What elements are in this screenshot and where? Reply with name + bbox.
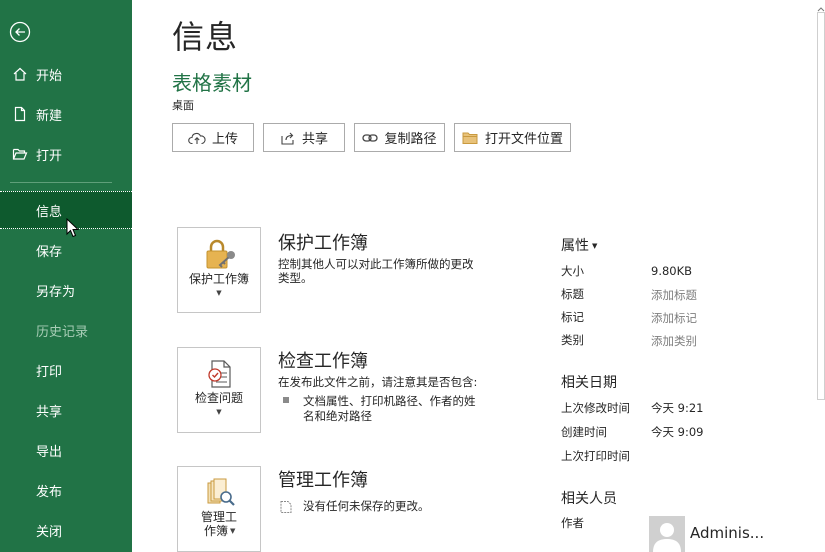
share-button[interactable]: 共享 bbox=[263, 123, 345, 152]
inspect-bullet-line2: 名和绝对路径 bbox=[303, 409, 372, 423]
inspect-button-label: 检查问题 bbox=[194, 391, 243, 405]
sidebar-item-share[interactable]: 共享 bbox=[0, 391, 132, 429]
inspect-document-icon bbox=[204, 358, 236, 394]
sidebar-item-label: 信息 bbox=[36, 204, 63, 220]
sidebar-item-label: 关闭 bbox=[36, 524, 63, 540]
document-location: 桌面 bbox=[172, 99, 194, 112]
prop-label-size: 大小 bbox=[561, 264, 584, 278]
author-name[interactable]: Adminis... bbox=[690, 524, 764, 542]
related-dates-heading: 相关日期 bbox=[561, 375, 617, 391]
open-folder-icon bbox=[11, 145, 29, 163]
copy-path-button[interactable]: 复制路径 bbox=[354, 123, 445, 152]
page-title: 信息 bbox=[172, 18, 239, 56]
share-icon bbox=[281, 132, 294, 145]
manage-button-label-line2: 作簿 bbox=[203, 524, 228, 538]
sidebar-item-label: 保存 bbox=[36, 244, 63, 260]
open-file-location-label: 打开文件位置 bbox=[484, 132, 563, 147]
sidebar-item-history[interactable]: 历史记录 bbox=[0, 311, 132, 349]
protect-workbook-desc-line2: 类型。 bbox=[278, 271, 313, 285]
prop-value-title[interactable]: 添加标题 bbox=[651, 287, 697, 303]
vertical-scrollbar-thumb[interactable] bbox=[817, 12, 825, 400]
manage-workbook-title: 管理工作簿 bbox=[278, 470, 368, 491]
chevron-down-icon: ▼ bbox=[592, 242, 598, 250]
prop-value-category[interactable]: 添加类别 bbox=[651, 333, 697, 349]
dropdown-caret-icon: ▼ bbox=[216, 408, 222, 416]
manage-workbook-button[interactable]: 管理工 作簿 ▼ bbox=[177, 466, 261, 552]
prop-value-tags[interactable]: 添加标记 bbox=[651, 310, 697, 326]
protect-workbook-title: 保护工作簿 bbox=[278, 233, 368, 254]
author-label: 作者 bbox=[561, 516, 584, 530]
protect-workbook-button[interactable]: 保护工作簿 ▼ bbox=[177, 227, 261, 313]
folder-icon bbox=[462, 132, 478, 144]
inspect-bullet-line1: 文档属性、打印机路径、作者的姓 bbox=[303, 394, 476, 408]
link-icon bbox=[362, 133, 379, 142]
upload-label: 上传 bbox=[211, 132, 238, 147]
sidebar-item-publish[interactable]: 发布 bbox=[0, 471, 132, 509]
sidebar-item-label: 新建 bbox=[36, 108, 63, 124]
document-status-icon bbox=[279, 499, 293, 518]
user-silhouette-icon bbox=[653, 523, 681, 552]
date-value-modified: 今天 9:21 bbox=[651, 401, 704, 415]
protect-workbook-button-label: 保护工作簿 bbox=[188, 272, 249, 286]
avatar[interactable] bbox=[649, 516, 685, 552]
sidebar-item-open[interactable]: 打开 bbox=[0, 135, 132, 173]
sidebar-item-home[interactable]: 开始 bbox=[0, 55, 132, 93]
home-icon bbox=[11, 65, 29, 83]
sidebar-divider bbox=[10, 182, 112, 183]
prop-label-category: 类别 bbox=[561, 333, 584, 347]
document-name: 表格素材 bbox=[172, 71, 252, 95]
lock-key-icon bbox=[204, 238, 238, 274]
prop-label-title: 标题 bbox=[561, 287, 584, 301]
sidebar-item-label: 历史记录 bbox=[36, 324, 89, 340]
sidebar-item-save-as[interactable]: 另存为 bbox=[0, 271, 132, 309]
date-label-created: 创建时间 bbox=[561, 425, 607, 439]
dropdown-caret-icon: ▼ bbox=[230, 527, 236, 535]
related-people-heading: 相关人员 bbox=[561, 491, 617, 507]
upload-button[interactable]: 上传 bbox=[172, 123, 254, 152]
new-document-icon bbox=[11, 105, 29, 123]
date-label-printed: 上次打印时间 bbox=[561, 449, 630, 463]
prop-label-tags: 标记 bbox=[561, 310, 584, 324]
sidebar-item-label: 导出 bbox=[36, 444, 63, 460]
inspect-workbook-desc: 在发布此文件之前，请注意其是否包含: bbox=[278, 375, 478, 389]
open-file-location-button[interactable]: 打开文件位置 bbox=[454, 123, 571, 152]
sidebar-item-label: 打印 bbox=[36, 364, 63, 380]
mouse-pointer-icon bbox=[66, 217, 80, 242]
date-label-modified: 上次修改时间 bbox=[561, 401, 630, 415]
sidebar-item-label: 开始 bbox=[36, 68, 63, 84]
sidebar-item-label: 共享 bbox=[36, 404, 63, 420]
date-value-created: 今天 9:09 bbox=[651, 425, 704, 439]
inspect-workbook-title: 检查工作簿 bbox=[278, 351, 368, 372]
share-label: 共享 bbox=[301, 132, 328, 147]
sidebar-item-close[interactable]: 关闭 bbox=[0, 511, 132, 549]
properties-heading: 属性 bbox=[561, 238, 589, 254]
manage-button-label-line1: 管理工 bbox=[200, 510, 237, 524]
sidebar-item-print[interactable]: 打印 bbox=[0, 351, 132, 389]
sidebar-item-export[interactable]: 导出 bbox=[0, 431, 132, 469]
protect-workbook-desc-line1: 控制其他人可以对此工作簿所做的更改 bbox=[278, 257, 474, 271]
sidebar-item-label: 打开 bbox=[36, 148, 63, 164]
prop-value-size: 9.80KB bbox=[651, 264, 693, 278]
manage-workbook-desc: 没有任何未保存的更改。 bbox=[303, 499, 430, 513]
bullet-icon bbox=[283, 397, 289, 403]
sidebar-item-new[interactable]: 新建 bbox=[0, 95, 132, 133]
sidebar-item-label: 另存为 bbox=[36, 284, 76, 300]
dropdown-caret-icon: ▼ bbox=[216, 289, 222, 297]
cloud-upload-icon bbox=[188, 132, 206, 144]
manage-workbook-icon bbox=[204, 477, 236, 513]
scroll-up-arrow-icon[interactable] bbox=[817, 0, 825, 12]
properties-dropdown[interactable]: 属性 ▼ bbox=[561, 235, 597, 255]
copy-path-label: 复制路径 bbox=[384, 132, 437, 147]
back-arrow-icon[interactable] bbox=[8, 20, 32, 44]
sidebar-item-label: 发布 bbox=[36, 484, 63, 500]
inspect-workbook-button[interactable]: 检查问题 ▼ bbox=[177, 347, 261, 433]
backstage-sidebar: 开始 新建 打开 信息 保存 另存为 历史记录 打印 共享 导出 发布 关闭 bbox=[0, 0, 132, 552]
